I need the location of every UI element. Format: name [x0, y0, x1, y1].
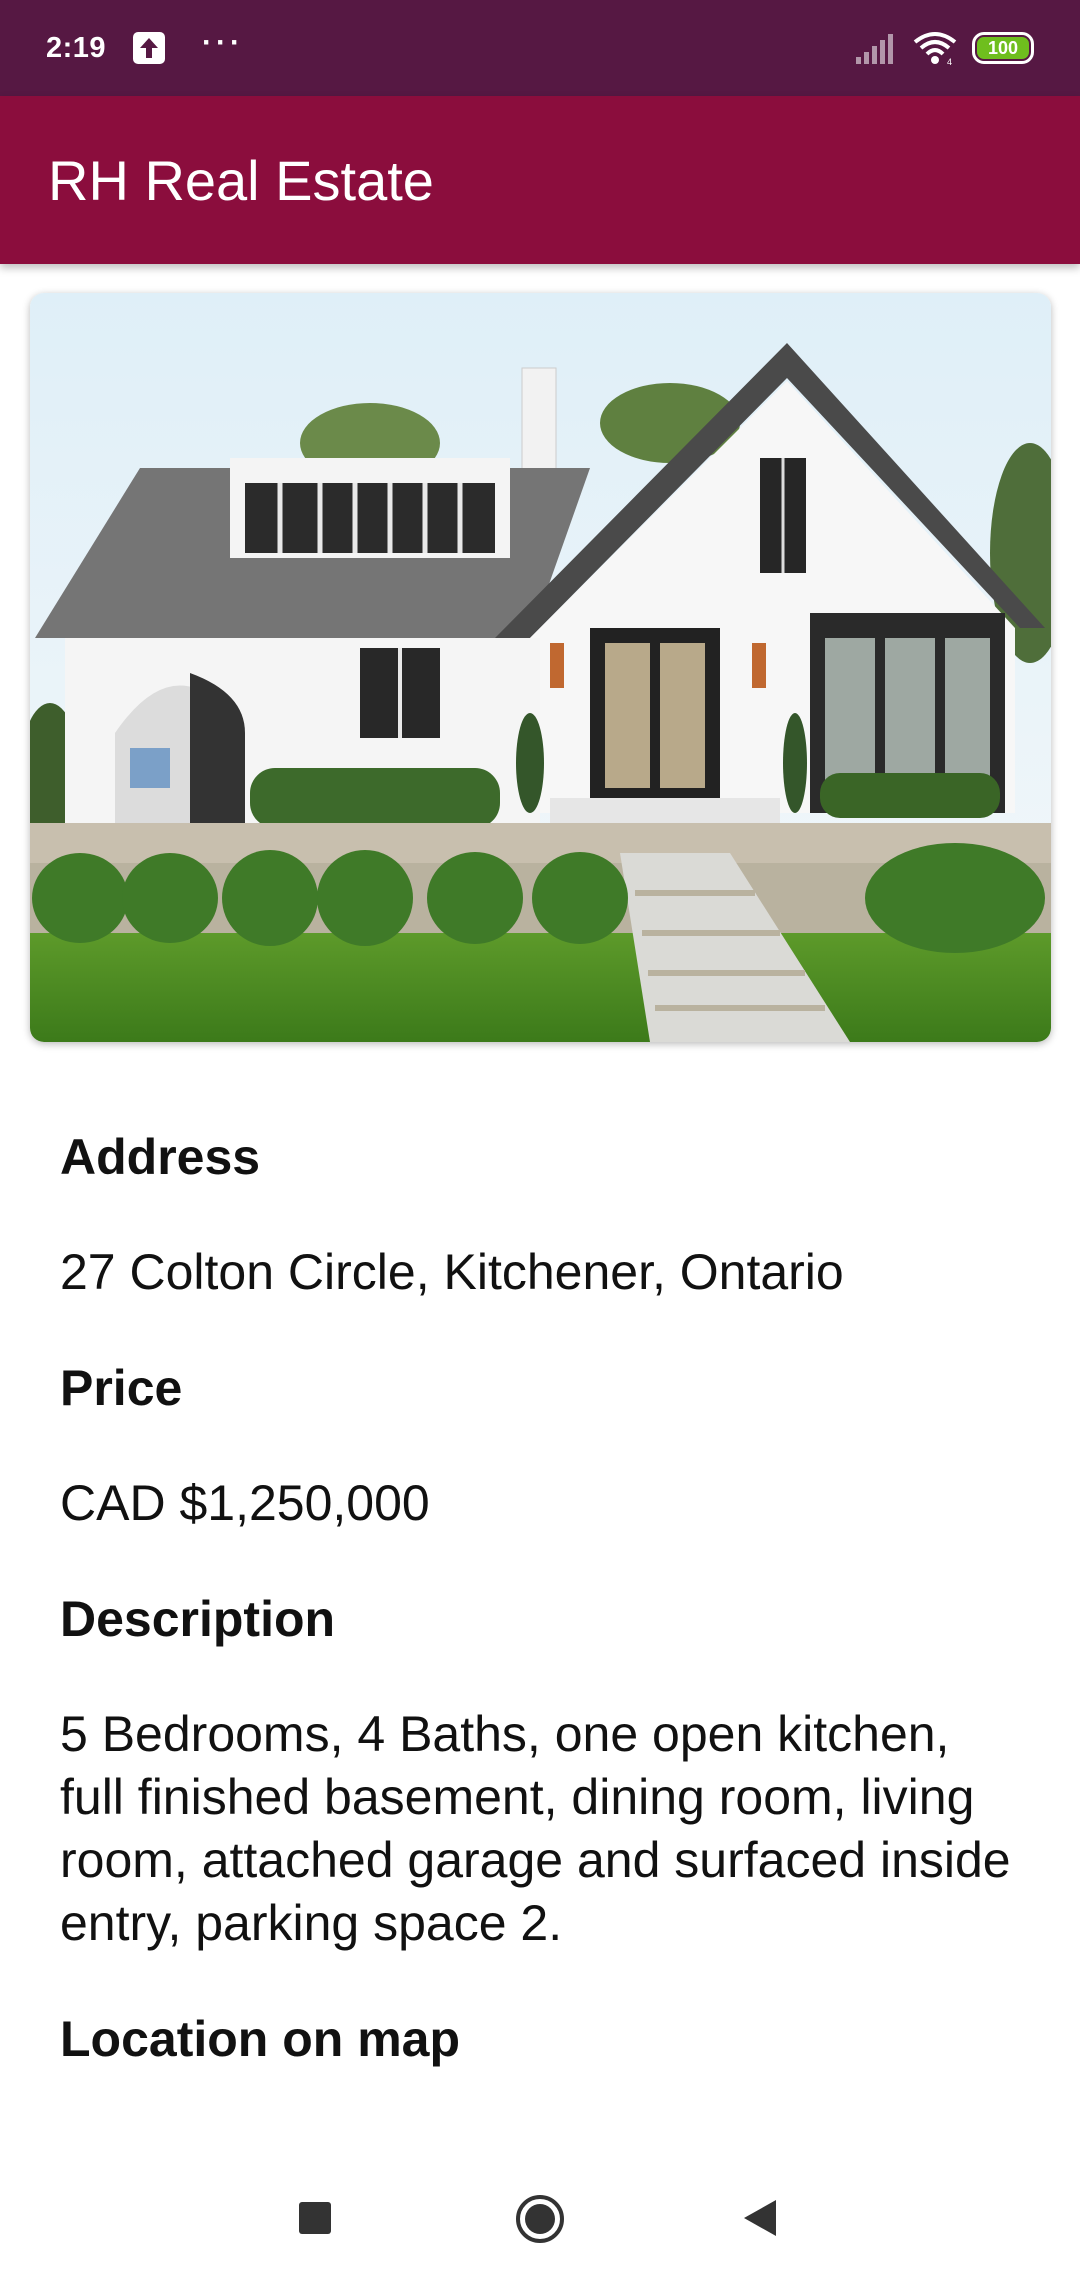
back-button[interactable] — [742, 2198, 778, 2238]
battery-level: 100 — [977, 37, 1029, 59]
price-value: CAD $1,250,000 — [60, 1475, 430, 1531]
address-value: 27 Colton Circle, Kitchener, Ontario — [60, 1244, 844, 1300]
more-dots-icon: ··· — [202, 26, 245, 59]
home-button[interactable] — [514, 2193, 566, 2245]
listing-details: Address 27 Colton Circle, Kitchener, Ont… — [60, 1125, 1020, 2071]
house-image — [30, 293, 1051, 1042]
status-bar: 2:19 ··· 4 100 — [0, 0, 1080, 96]
wifi-icon: 4 — [913, 32, 957, 66]
map-label: Location on map — [60, 2011, 460, 2067]
app-bar: RH Real Estate — [0, 96, 1080, 264]
signal-icon — [856, 34, 893, 64]
house-photo — [30, 293, 1051, 1042]
battery-icon: 100 — [972, 32, 1034, 64]
app-title: RH Real Estate — [48, 148, 434, 212]
price-label: Price — [60, 1360, 183, 1416]
recents-button[interactable] — [297, 2200, 333, 2236]
description-value: 5 Bedrooms, 4 Baths, one open kitchen, f… — [60, 1706, 1011, 1951]
address-label: Address — [60, 1129, 261, 1185]
upload-icon — [133, 32, 166, 64]
svg-text:4: 4 — [947, 57, 952, 66]
navigation-bar — [0, 2160, 1080, 2280]
status-time: 2:19 — [46, 31, 107, 64]
description-label: Description — [60, 1591, 336, 1647]
